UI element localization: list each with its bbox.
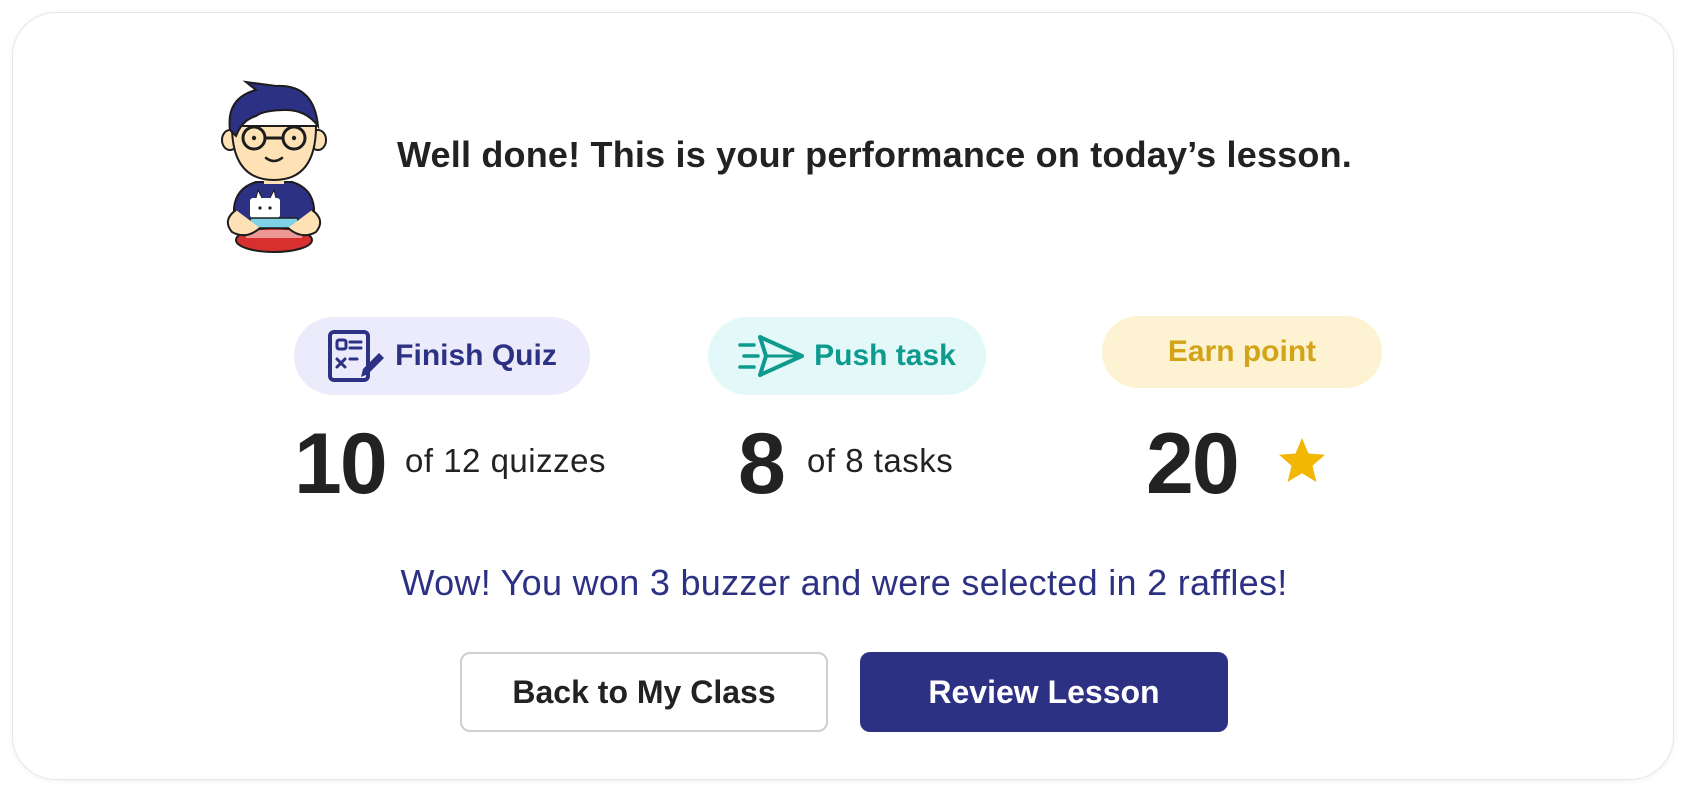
student-avatar: [221, 80, 327, 253]
push-task-label: Push task: [814, 339, 956, 372]
reward-message: Wow! You won 3 buzzer and were selected …: [400, 562, 1288, 603]
back-to-class-button[interactable]: Back to My Class: [460, 652, 828, 732]
star-icon: [1279, 438, 1325, 482]
review-lesson-button[interactable]: Review Lesson: [860, 652, 1228, 732]
performance-headline: Well done! This is your performance on t…: [397, 134, 1352, 175]
finish-quiz-label: Finish Quiz: [395, 339, 557, 372]
push-task-badge: Push task: [708, 317, 986, 395]
quiz-icon: [328, 330, 385, 382]
points-count: 20: [1146, 416, 1240, 512]
quiz-count: 10: [294, 416, 388, 512]
paper-plane-icon: [738, 335, 805, 377]
earn-point-label: Earn point: [1167, 335, 1317, 368]
quiz-total: of 12 quizzes: [405, 442, 606, 479]
finish-quiz-badge: Finish Quiz: [294, 317, 590, 395]
earn-point-badge: Earn point: [1102, 316, 1382, 388]
task-count: 8: [738, 416, 786, 512]
task-total: of 8 tasks: [807, 442, 954, 479]
